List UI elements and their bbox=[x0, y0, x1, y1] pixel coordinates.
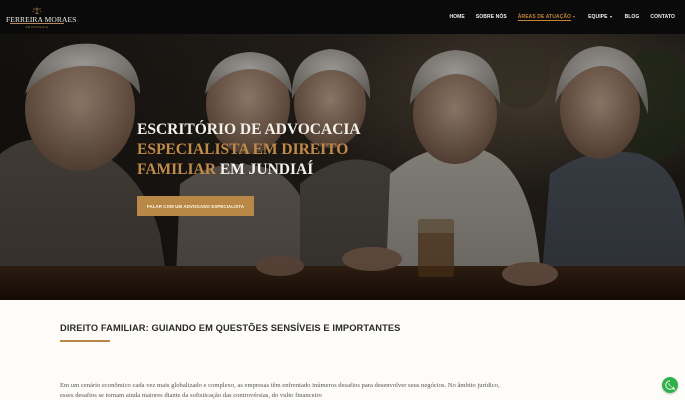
logo-divider bbox=[10, 23, 64, 24]
nav-home-label: HOME bbox=[449, 14, 465, 20]
site-header: FERREIRA MORAES ADVOCACIA HOME SOBRE NÓS… bbox=[0, 0, 685, 34]
scales-icon bbox=[32, 7, 42, 14]
hero-line-3-gold: FAMILIAR bbox=[137, 161, 216, 178]
section-paragraph: Em um cenário econômico cada vez mais gl… bbox=[60, 382, 500, 399]
nav-equipe[interactable]: EQUIPE bbox=[588, 14, 612, 20]
nav-home[interactable]: HOME bbox=[449, 14, 464, 20]
nav-equipe-label: EQUIPE bbox=[588, 14, 608, 20]
nav-blog[interactable]: BLOG bbox=[625, 14, 640, 20]
hero-line-2: ESPECIALISTA EM DIREITO bbox=[137, 141, 349, 158]
whatsapp-button[interactable] bbox=[662, 377, 678, 393]
nav-contato[interactable]: CONTATO bbox=[650, 14, 675, 20]
chevron-down-icon bbox=[609, 16, 612, 18]
contact-lawyer-button[interactable]: FALAR COM UM ADVOGADO ESPECIALISTA bbox=[137, 196, 254, 216]
hero-line-3-rest: EM JUNDIAÍ bbox=[215, 161, 314, 178]
section-heading: DIREITO FAMILIAR: GUIANDO EM QUESTÕES SE… bbox=[60, 323, 401, 333]
section-divider bbox=[60, 340, 110, 342]
nav-sobre-nos[interactable]: SOBRE NÓS bbox=[476, 14, 507, 20]
chevron-down-icon bbox=[573, 16, 576, 18]
hero-heading: ESCRITÓRIO DE ADVOCACIA ESPECIALISTA EM … bbox=[137, 120, 397, 180]
hero-banner: ESCRITÓRIO DE ADVOCACIA ESPECIALISTA EM … bbox=[0, 34, 685, 300]
nav-sobre-nos-label: SOBRE NÓS bbox=[475, 14, 507, 20]
nav-areas-de-atuacao[interactable]: ÁREAS DE ATUAÇÃO bbox=[517, 14, 576, 20]
nav-areas-label: ÁREAS DE ATUAÇÃO bbox=[517, 14, 572, 20]
nav-blog-label: BLOG bbox=[624, 14, 640, 20]
logo[interactable]: FERREIRA MORAES ADVOCACIA bbox=[6, 7, 76, 31]
whatsapp-icon bbox=[665, 380, 675, 390]
hero-line-1: ESCRITÓRIO DE ADVOCACIA bbox=[137, 121, 361, 138]
nav-contato-label: CONTATO bbox=[650, 14, 675, 20]
logo-subtitle: ADVOCACIA bbox=[25, 25, 49, 29]
main-nav: HOME SOBRE NÓS ÁREAS DE ATUAÇÃO EQUIPE B… bbox=[449, 14, 675, 20]
